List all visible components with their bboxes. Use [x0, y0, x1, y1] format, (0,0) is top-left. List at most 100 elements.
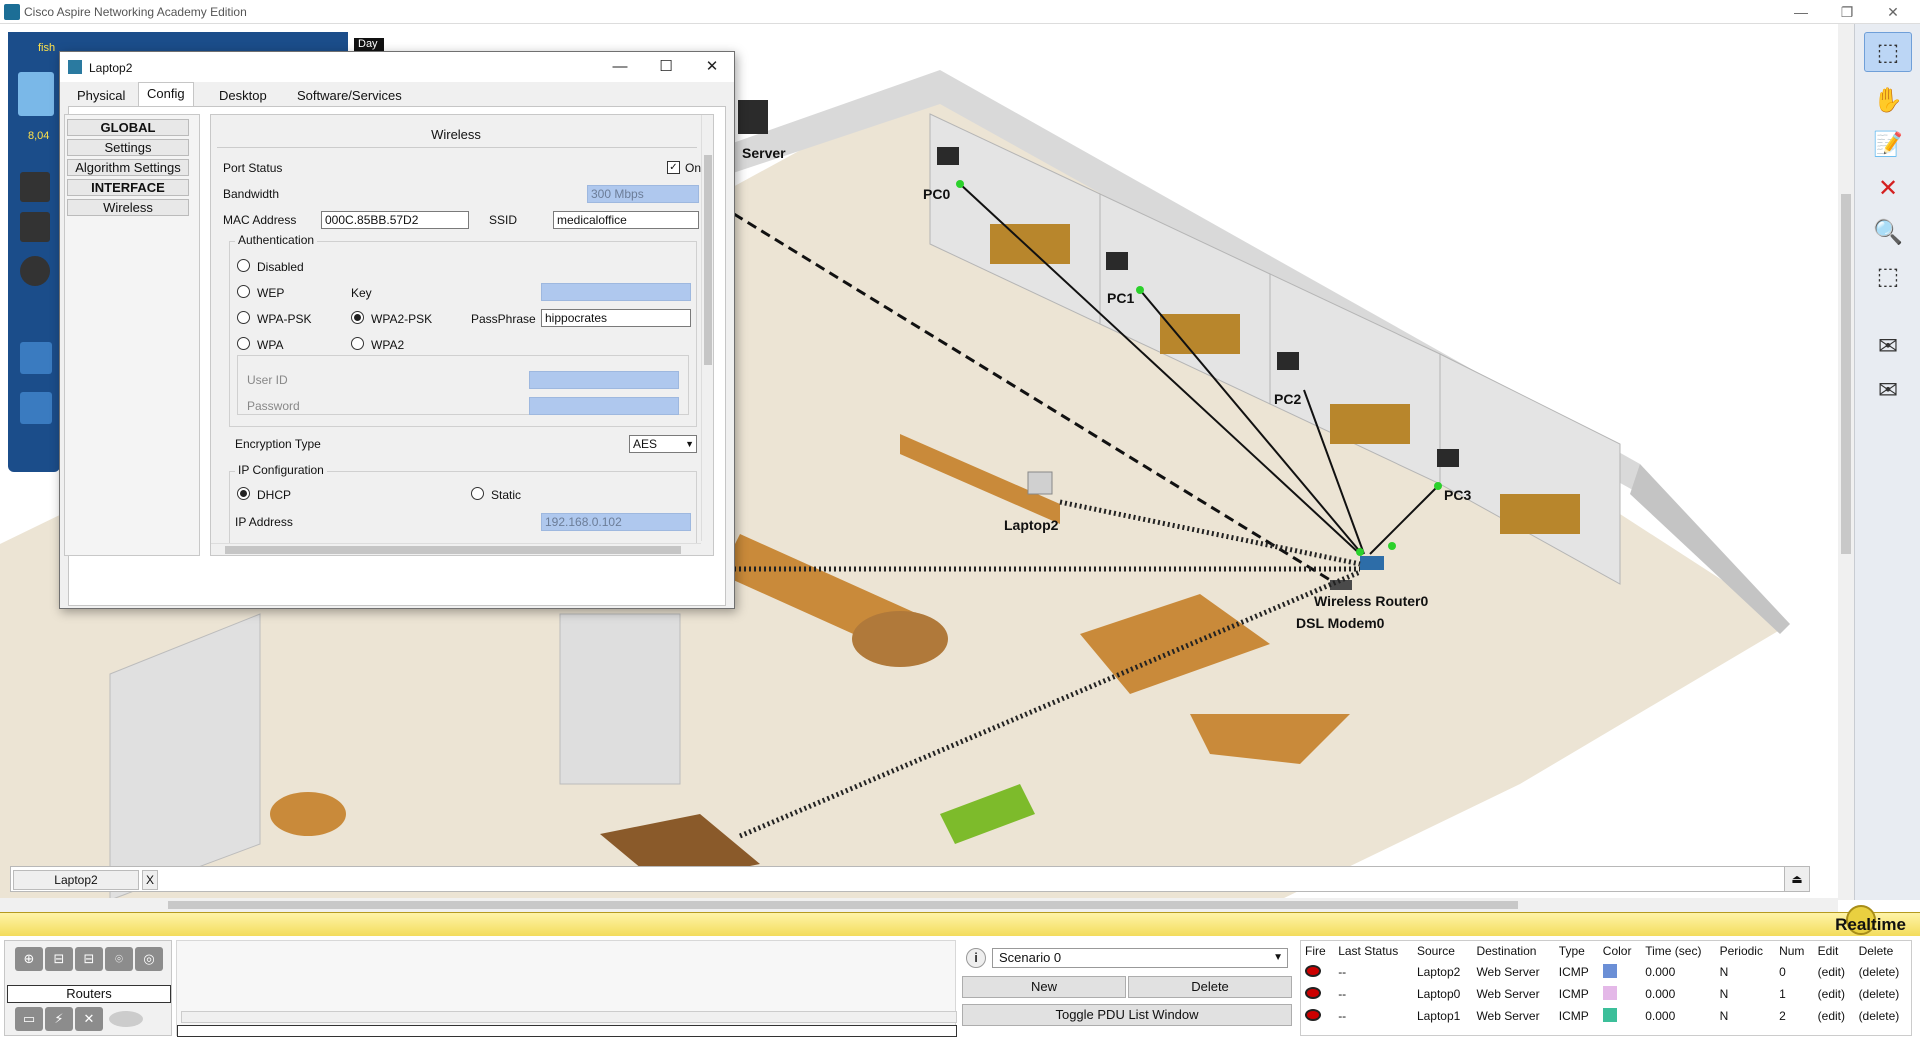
pdu-row[interactable]: -- Laptop1 Web Server ICMP 0.000 N 2 (edit) (del…: [1301, 1005, 1911, 1027]
security-category-icon[interactable]: ◎: [135, 947, 163, 971]
scroll-thumb[interactable]: [225, 546, 681, 554]
config-horizontal-scrollbar[interactable]: [211, 543, 701, 555]
fire-cell[interactable]: [1301, 983, 1334, 1005]
fire-icon[interactable]: [1305, 1008, 1321, 1021]
eject-icon[interactable]: ⏏: [1784, 866, 1810, 892]
dashboard-button-2[interactable]: [20, 212, 50, 242]
encryption-type-select[interactable]: AES ▼: [629, 435, 697, 453]
passphrase-field[interactable]: hippocrates: [541, 309, 691, 327]
character-icon[interactable]: [20, 392, 52, 424]
pc0-icon[interactable]: [937, 147, 959, 165]
port-status-checkbox[interactable]: ✓: [667, 161, 680, 174]
wan-category-icon[interactable]: ⚡: [45, 1007, 73, 1031]
pdu-column-header[interactable]: Type: [1555, 941, 1599, 961]
pc1-icon[interactable]: [1106, 252, 1128, 270]
wireless-category-icon[interactable]: ⌾: [105, 947, 133, 971]
ip-dhcp-radio[interactable]: [237, 487, 250, 500]
window-entry-laptop2[interactable]: Laptop2: [13, 870, 139, 890]
device-list-scrollbar[interactable]: [181, 1011, 957, 1023]
pdu-column-header[interactable]: Num: [1775, 941, 1814, 961]
scenario-select[interactable]: Scenario 0 ▼: [992, 948, 1288, 968]
realtime-mode-label[interactable]: Realtime: [1835, 915, 1906, 935]
scroll-thumb[interactable]: [168, 901, 1518, 909]
ssid-field[interactable]: medicaloffice: [553, 211, 699, 229]
pdu-delete-link[interactable]: (delete): [1855, 1005, 1911, 1027]
restore-icon[interactable]: ❐: [1828, 2, 1866, 22]
router-category-icon[interactable]: ⊕: [15, 947, 43, 971]
dialog-titlebar[interactable]: Laptop2 — ☐ ✕: [60, 52, 734, 82]
close-icon[interactable]: ✕: [1874, 2, 1912, 22]
nav-interface[interactable]: INTERFACE: [67, 179, 189, 196]
pdu-column-header[interactable]: Delete: [1855, 941, 1911, 961]
auth-wpa2-radio[interactable]: [351, 337, 364, 350]
add-simple-pdu-icon[interactable]: ✉: [1864, 326, 1912, 366]
dashboard-button-1[interactable]: [20, 172, 50, 202]
pdu-column-header[interactable]: Time (sec): [1641, 941, 1715, 961]
pdu-column-header[interactable]: Last Status: [1334, 941, 1413, 961]
pc3-icon[interactable]: [1437, 449, 1459, 467]
laptop2-icon[interactable]: [1027, 471, 1053, 495]
hand-tool-icon[interactable]: ✋: [1864, 80, 1912, 120]
pdu-column-header[interactable]: Fire: [1301, 941, 1334, 961]
scroll-thumb[interactable]: [704, 155, 712, 365]
pdu-edit-link[interactable]: (edit): [1814, 961, 1855, 983]
pdu-delete-link[interactable]: (delete): [1855, 961, 1911, 983]
info-icon[interactable]: i: [966, 948, 986, 968]
fire-icon[interactable]: [1305, 986, 1321, 999]
tab-config[interactable]: Config: [138, 82, 194, 106]
workspace-vertical-scrollbar[interactable]: [1838, 24, 1854, 900]
maximize-icon[interactable]: ☐: [646, 54, 686, 80]
new-scenario-button[interactable]: New: [962, 976, 1126, 998]
toggle-pdu-list-button[interactable]: Toggle PDU List Window: [962, 1004, 1292, 1026]
custom-category-icon[interactable]: ✕: [75, 1007, 103, 1031]
workspace-horizontal-scrollbar[interactable]: [0, 898, 1838, 912]
pdu-row[interactable]: -- Laptop0 Web Server ICMP 0.000 N 1 (edit) (del…: [1301, 983, 1911, 1005]
pdu-column-header[interactable]: Edit: [1814, 941, 1855, 961]
nav-global[interactable]: GLOBAL: [67, 119, 189, 136]
pc2-icon[interactable]: [1277, 352, 1299, 370]
switch-category-icon[interactable]: ⊟: [45, 947, 73, 971]
pdu-column-header[interactable]: Color: [1599, 941, 1641, 961]
fire-cell[interactable]: [1301, 1005, 1334, 1027]
fire-icon[interactable]: [1305, 964, 1321, 977]
gear-icon[interactable]: [20, 256, 50, 286]
note-tool-icon[interactable]: 📝: [1864, 124, 1912, 164]
scroll-thumb[interactable]: [1841, 194, 1851, 554]
tab-physical[interactable]: Physical: [68, 85, 134, 106]
device-model-list[interactable]: [176, 940, 957, 1037]
config-vertical-scrollbar[interactable]: [701, 115, 713, 541]
fire-cell[interactable]: [1301, 961, 1334, 983]
cloud-category-icon[interactable]: [109, 1011, 143, 1027]
nav-algorithm-settings[interactable]: Algorithm Settings: [67, 159, 189, 176]
router-icon[interactable]: [1360, 556, 1384, 570]
mac-address-field[interactable]: 000C.85BB.57D2: [321, 211, 469, 229]
ip-static-radio[interactable]: [471, 487, 484, 500]
auth-disabled-radio[interactable]: [237, 259, 250, 272]
auth-wpa-psk-radio[interactable]: [237, 311, 250, 324]
nav-wireless[interactable]: Wireless: [67, 199, 189, 216]
device-model-selection[interactable]: [177, 1025, 957, 1037]
pdu-column-header[interactable]: Periodic: [1716, 941, 1775, 961]
pdu-delete-link[interactable]: (delete): [1855, 983, 1911, 1005]
pdu-column-header[interactable]: Destination: [1472, 941, 1554, 961]
pdu-row[interactable]: -- Laptop2 Web Server ICMP 0.000 N 0 (edit) (del…: [1301, 961, 1911, 983]
close-icon[interactable]: ✕: [692, 54, 732, 80]
minimize-icon[interactable]: —: [1782, 2, 1820, 22]
auth-wep-radio[interactable]: [237, 285, 250, 298]
player-avatar[interactable]: [18, 72, 54, 116]
select-tool-icon[interactable]: ⬚: [1864, 32, 1912, 72]
end-device-category-icon[interactable]: ▭: [15, 1007, 43, 1031]
add-complex-pdu-icon[interactable]: ✉: [1864, 370, 1912, 410]
server-icon[interactable]: [738, 100, 768, 134]
auth-wpa-radio[interactable]: [237, 337, 250, 350]
tab-desktop[interactable]: Desktop: [210, 85, 276, 106]
tab-software-services[interactable]: Software/Services: [288, 85, 411, 106]
window-entry-close[interactable]: X: [142, 870, 158, 890]
minimize-icon[interactable]: —: [600, 54, 640, 80]
auth-wpa2-psk-radio[interactable]: [351, 311, 364, 324]
nav-scrollbar[interactable]: [191, 117, 199, 553]
back-arrow-icon[interactable]: [20, 342, 52, 374]
nav-settings[interactable]: Settings: [67, 139, 189, 156]
resize-tool-icon[interactable]: ⬚: [1864, 256, 1912, 296]
hub-category-icon[interactable]: ⊟: [75, 947, 103, 971]
